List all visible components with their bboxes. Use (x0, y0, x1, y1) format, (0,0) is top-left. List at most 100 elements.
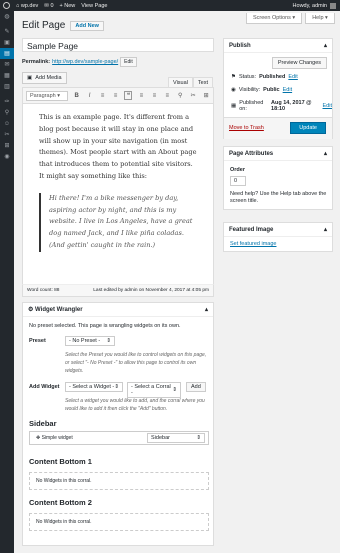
publish-box: Publish ▴ Preview Changes ⚑ Status: Publish… (223, 38, 333, 139)
settings-icon[interactable]: ⊞ (0, 140, 14, 151)
title-input[interactable]: Sample Page (22, 38, 214, 52)
numbered-list-icon[interactable]: ≡ (112, 93, 120, 99)
admin-bar: ⌂ wp.dev ✉ 0 + New View Page Howdy, admi… (0, 0, 340, 11)
preset-select[interactable]: - No Preset - ⇕ (65, 336, 115, 346)
pages-icon[interactable]: ▤ (0, 48, 14, 59)
align-right-icon[interactable]: ≡ (163, 93, 171, 99)
widget-row[interactable]: ✥ Simple widget Sidebar ⇕ (29, 431, 209, 445)
unlink-icon[interactable]: ✂ (189, 92, 197, 99)
move-to-trash-link[interactable]: Move to Trash (229, 125, 264, 131)
collapse-arrow-icon[interactable]: ▴ (324, 150, 327, 157)
dashboard-icon[interactable]: ◍ (0, 11, 14, 22)
collapse-arrow-icon[interactable]: ▴ (205, 306, 208, 313)
order-label: Order (230, 167, 245, 173)
view-page-link[interactable]: View Page (81, 3, 107, 9)
word-count: Word count: 88 (27, 288, 60, 293)
chevron-down-icon: ⇕ (114, 384, 119, 390)
help-text: Need help? Use the Help tab above the sc… (230, 191, 327, 204)
permalink: Permalink: http://wp.dev/sample-page/Edit (22, 57, 137, 67)
featured-heading: Featured Image (229, 226, 274, 233)
content-paragraph: This is an example page. It's different … (39, 113, 197, 180)
site-name-link[interactable]: ⌂ wp.dev (16, 3, 38, 9)
preset-help: Select the Preset you would like to cont… (65, 352, 207, 374)
italic-icon[interactable]: I (86, 93, 94, 99)
widget-select[interactable]: - Select a Widget - ⇕ (65, 382, 123, 392)
toolbar-toggle-icon[interactable]: ⊞ (202, 92, 210, 99)
content-bottom-2-corral: No Widgets in this corral. (29, 513, 209, 531)
status-edit-link[interactable]: Edit (288, 74, 297, 80)
featured-image-box: Featured Image ▴ Set featured image (223, 222, 333, 252)
content-quote: Hi there! I'm a bike messenger by day, a… (39, 192, 197, 252)
add-media-button[interactable]: ▣ Add Media (22, 72, 67, 84)
simple-widget-label: ✥ Simple widget (36, 435, 73, 441)
permalink-link[interactable]: http://wp.dev/sample-page/ (52, 59, 118, 65)
blockquote-icon[interactable]: ❝ (124, 91, 133, 100)
chevron-down-icon: ⇕ (196, 435, 201, 441)
cog-icon: ⚙ (28, 307, 36, 313)
sidebar-heading: Sidebar (29, 419, 57, 428)
attributes-heading: Page Attributes (229, 150, 274, 157)
account-menu[interactable]: Howdy, admin (293, 2, 336, 9)
media-icon: ▣ (27, 75, 33, 81)
date-edit-link[interactable]: Edit (323, 103, 332, 109)
corral-select[interactable]: - Select a Corral - ⇕ (127, 382, 181, 398)
widget-wrangler-box: ⚙ Widget Wrangler ▴ No preset selected. T… (22, 302, 214, 546)
page-heading: Edit Page Add New (22, 20, 104, 31)
chevron-down-icon: ⇕ (106, 338, 111, 344)
media-icon[interactable]: ▣ (0, 37, 14, 48)
comments-link[interactable]: ✉ 0 (44, 3, 53, 9)
widget-corral-select[interactable]: Sidebar ⇕ (147, 433, 205, 443)
widgets-icon[interactable]: ▦ (0, 70, 14, 81)
add-help: Select a widget you would like to add, a… (65, 398, 205, 412)
users-icon[interactable]: ☺ (0, 118, 14, 129)
bold-icon[interactable]: B (73, 93, 81, 99)
admin-menu: ◍ ✎ ▣ ▤ ✉ ▦ ▥ ✑ ⚲ ☺ ✂ ⊞ ◉ (0, 11, 14, 553)
publish-heading: Publish (229, 42, 251, 49)
help-button[interactable]: Help ▾ (305, 13, 335, 24)
page-title: Edit Page (22, 20, 66, 31)
align-center-icon[interactable]: ≡ (150, 93, 158, 99)
screen-meta-links: Screen Options ▾ Help ▾ (246, 13, 335, 24)
page-attributes-box: Page Attributes ▴ Order 0 Need help? Use … (223, 146, 333, 210)
plugins-icon[interactable]: ⚲ (0, 107, 14, 118)
wordpress-logo-icon[interactable] (3, 2, 10, 9)
tools-icon[interactable]: ✂ (0, 129, 14, 140)
link-icon[interactable]: ⚲ (176, 92, 184, 99)
permalink-edit-button[interactable]: Edit (120, 57, 137, 67)
order-input[interactable]: 0 (230, 176, 246, 186)
collapse-icon[interactable]: ◉ (0, 151, 14, 162)
appearance-icon[interactable]: ✑ (0, 96, 14, 107)
last-edited: Last edited by admin on November 4, 2017… (93, 288, 209, 293)
add-button[interactable]: Add (186, 382, 206, 392)
posts-icon[interactable]: ✎ (0, 26, 14, 37)
content-bottom-2-heading: Content Bottom 2 (29, 498, 92, 507)
editor: Paragraph ▾ B I ≡ ≡ ❝ ≡ ≡ ≡ ⚲ ✂ ⊞ This i… (22, 87, 214, 297)
content-bottom-1-heading: Content Bottom 1 (29, 457, 92, 466)
editor-toolbar: Paragraph ▾ B I ≡ ≡ ❝ ≡ ≡ ≡ ⚲ ✂ ⊞ (23, 88, 213, 104)
no-preset-notice: No preset selected. This page is wrangli… (29, 323, 181, 329)
chevron-down-icon: ⇕ (172, 387, 177, 393)
bullet-list-icon[interactable]: ≡ (99, 93, 107, 99)
presets-icon[interactable]: ▥ (0, 81, 14, 92)
widget-wrangler-heading: ⚙ Widget Wrangler (28, 307, 83, 313)
avatar (330, 2, 336, 9)
pin-icon: ⚑ (231, 74, 236, 80)
comments-icon[interactable]: ✉ (0, 59, 14, 70)
set-featured-image-link[interactable]: Set featured image (230, 241, 276, 247)
add-new-button[interactable]: Add New (70, 20, 104, 31)
preset-label: Preset (29, 338, 46, 344)
collapse-arrow-icon[interactable]: ▴ (324, 42, 327, 49)
visibility-edit-link[interactable]: Edit (283, 87, 292, 93)
format-select[interactable]: Paragraph ▾ (26, 90, 68, 101)
align-left-icon[interactable]: ≡ (137, 93, 145, 99)
status-row: ⚑ Status: Published Edit (231, 74, 298, 80)
content-bottom-1-corral: No Widgets in this corral. (29, 472, 209, 490)
editor-status-bar: Word count: 88 Last edited by admin on No… (22, 284, 214, 297)
eye-icon: ◉ (231, 87, 236, 93)
editor-content[interactable]: This is an example page. It's different … (23, 104, 213, 260)
collapse-arrow-icon[interactable]: ▴ (324, 226, 327, 233)
preview-button[interactable]: Preview Changes (271, 57, 327, 69)
new-content-link[interactable]: + New (60, 3, 76, 9)
update-button[interactable]: Update (290, 122, 326, 134)
screen-options-button[interactable]: Screen Options ▾ (246, 13, 303, 24)
